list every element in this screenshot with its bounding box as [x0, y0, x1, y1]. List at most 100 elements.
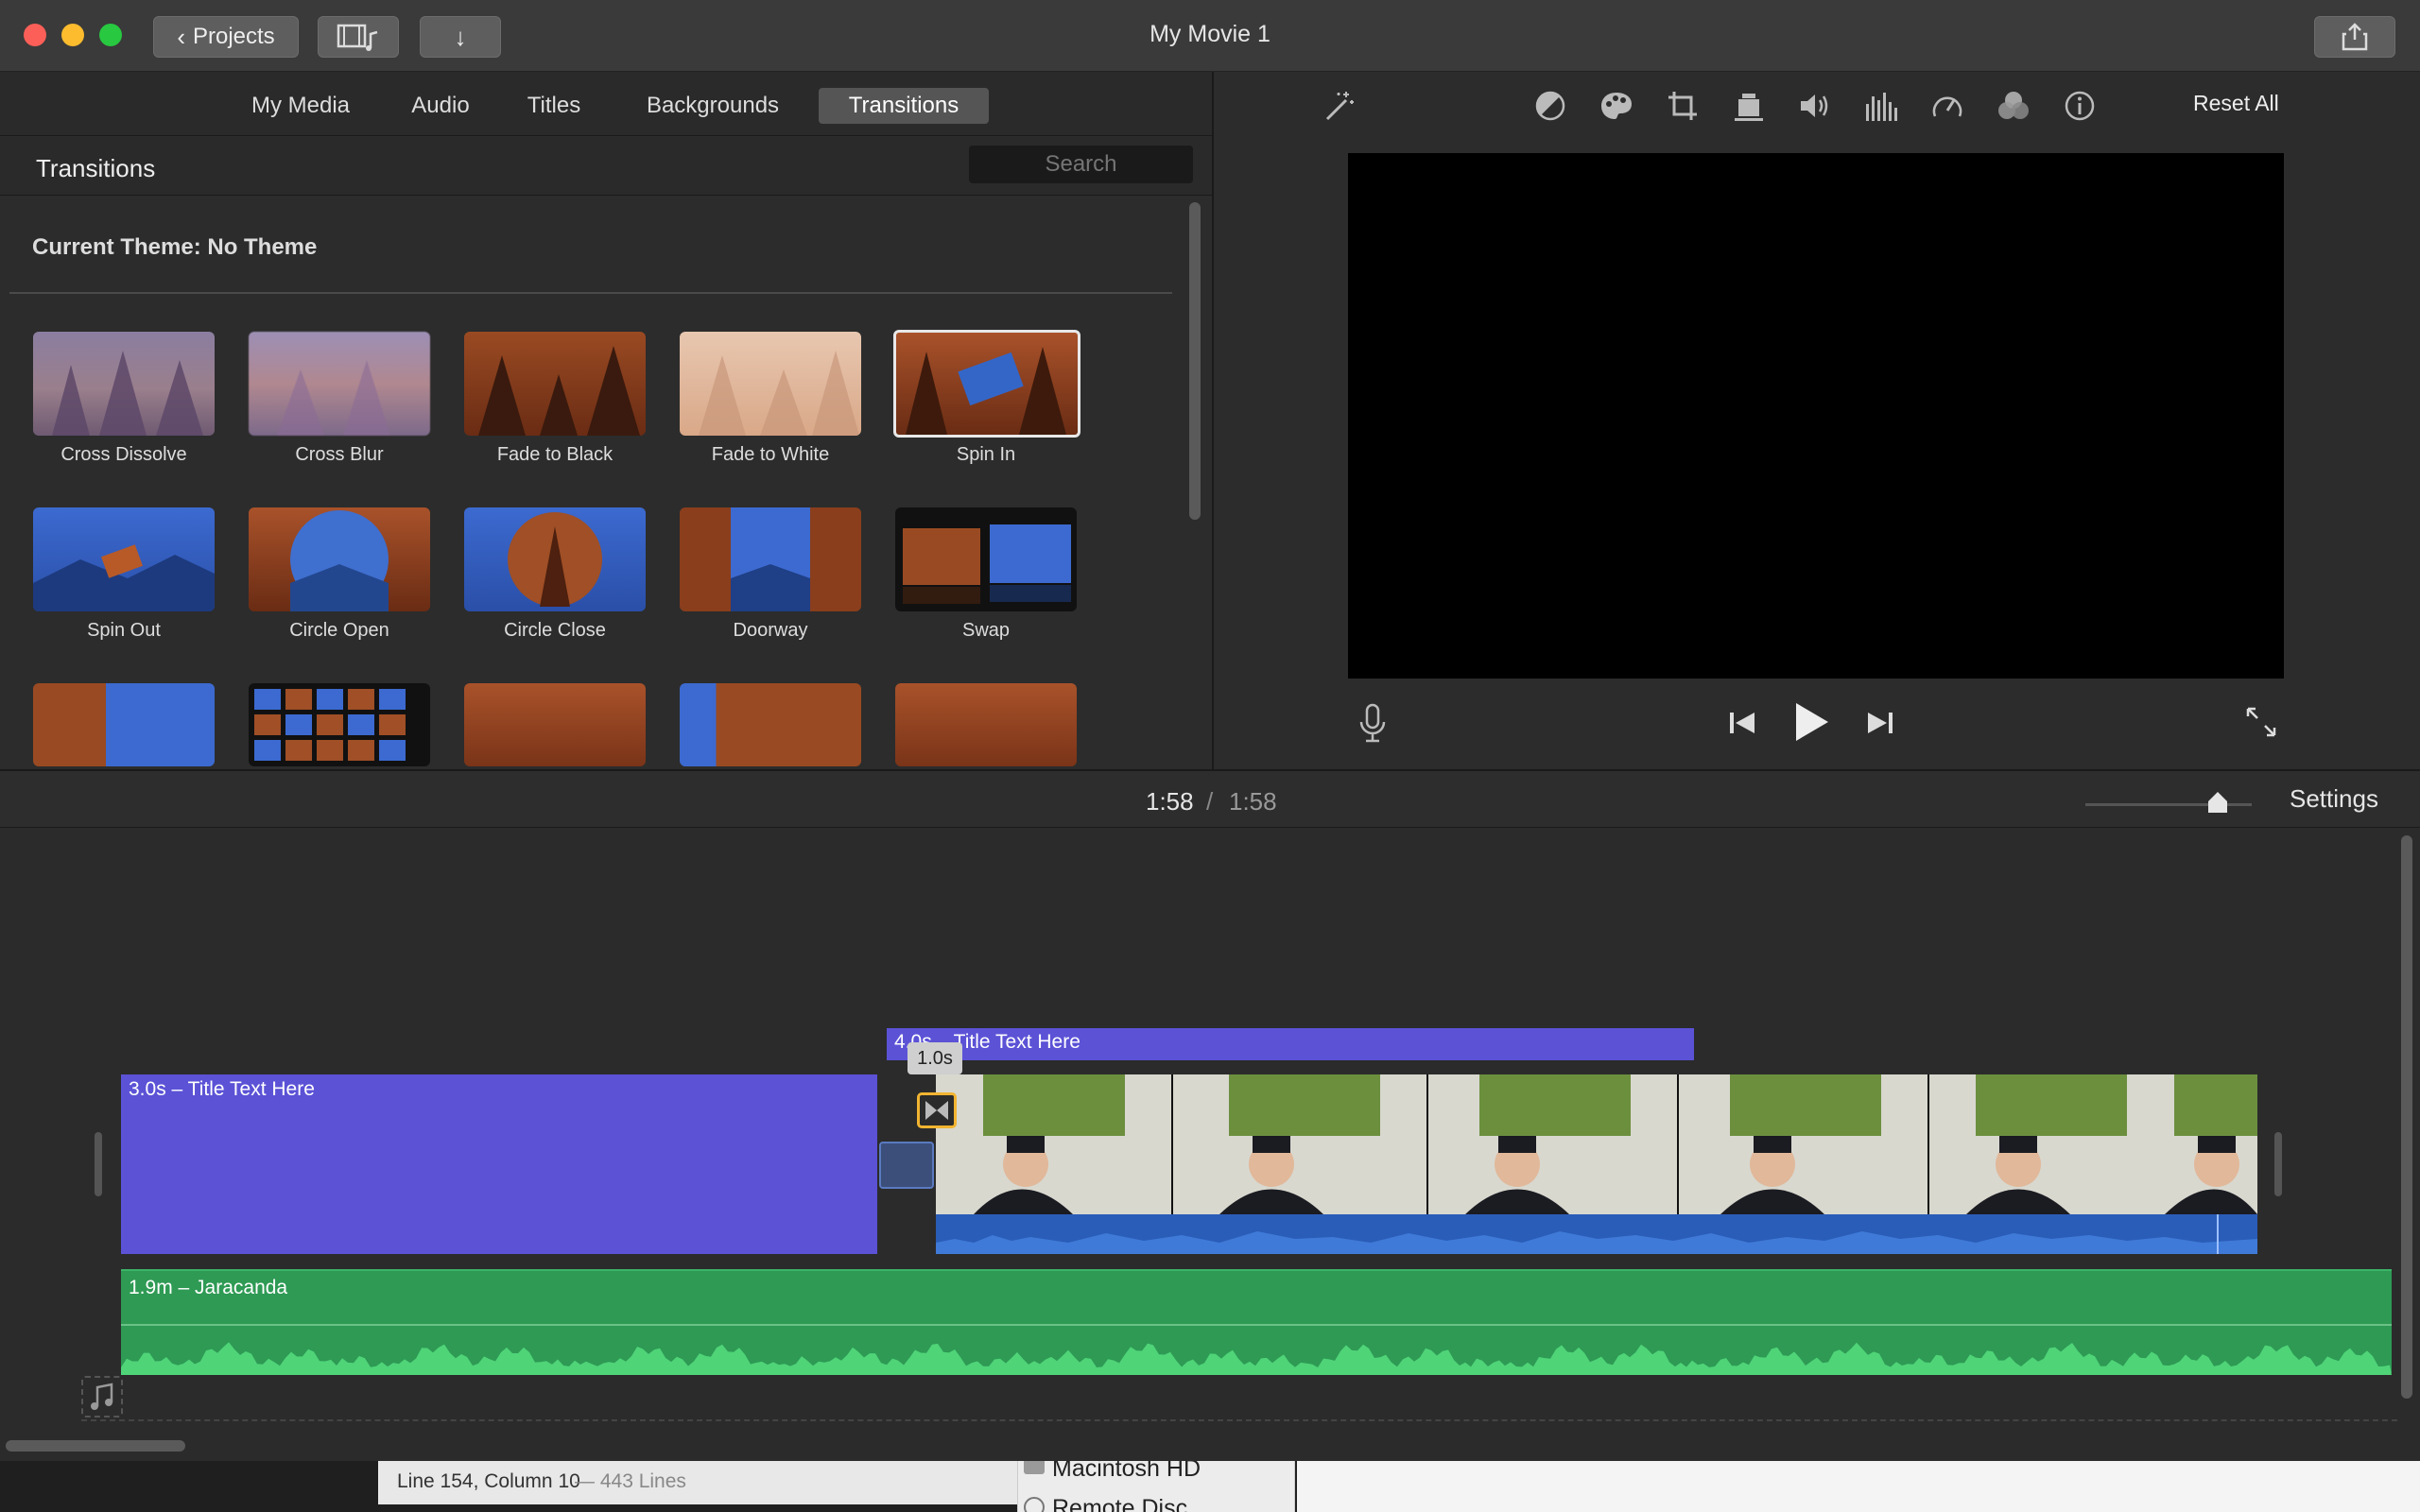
transition-marker[interactable] [917, 1092, 957, 1128]
tab-audio[interactable]: Audio [395, 88, 486, 124]
forest-thumbnail-icon [906, 347, 1066, 435]
video-clip[interactable] [936, 1074, 2257, 1214]
disc-icon [1024, 1497, 1045, 1512]
window-title: My Movie 1 [1150, 21, 1270, 47]
transition-doorway[interactable] [680, 507, 861, 611]
stabilization-icon[interactable] [1730, 87, 1768, 125]
forest-thumbnail-icon [52, 351, 203, 436]
transition-thumbnail[interactable] [895, 683, 1077, 766]
crop-icon[interactable] [1664, 87, 1702, 125]
sidebar-item-macintosh-hd[interactable]: Macintosh HD [1052, 1461, 1201, 1483]
reset-all-button[interactable]: Reset All [2193, 91, 2279, 116]
timeline-left-handle[interactable] [95, 1132, 102, 1196]
gap-clip[interactable] [879, 1142, 934, 1189]
title-clip[interactable]: 3.0s – Title Text Here [121, 1074, 877, 1254]
sidebar-item-remote-disc[interactable]: Remote Disc [1052, 1495, 1187, 1512]
background-music-clip[interactable]: 1.9m – Jaracanda [121, 1269, 2392, 1375]
transition-duration-badge: 1.0s [908, 1042, 962, 1074]
bowtie-icon [925, 1101, 948, 1120]
mountain-thumbnail-icon [33, 544, 215, 611]
transition-fade-to-black[interactable] [464, 332, 646, 436]
background-editor-statusbar: Line 154, Column 10 — 443 Lines [378, 1461, 1021, 1504]
magic-wand-icon[interactable] [1320, 87, 1357, 125]
info-icon[interactable] [2061, 87, 2099, 125]
waveform [936, 1214, 2257, 1254]
transition-label: Fade to White [711, 444, 830, 465]
transition-label: Fade to Black [496, 444, 614, 465]
video-clip-audio[interactable] [936, 1214, 2257, 1254]
transition-thumbnail[interactable] [464, 683, 646, 766]
transition-spin-out[interactable] [33, 507, 215, 611]
skip-forward-icon[interactable] [1864, 707, 1896, 739]
skip-back-icon[interactable] [1726, 707, 1758, 739]
share-button[interactable] [2314, 16, 2395, 58]
video-preview[interactable] [1348, 153, 2284, 679]
background-finder-content [1297, 1461, 2420, 1512]
background-finder-sidebar: Macintosh HD Remote Disc [1017, 1461, 1295, 1512]
door-thumbnail-icon [731, 564, 810, 611]
equalizer-icon[interactable] [1862, 87, 1900, 125]
settings-button[interactable]: Settings [2290, 784, 2378, 814]
volume-icon[interactable] [1796, 87, 1834, 125]
transition-thumbnail[interactable] [33, 683, 215, 766]
tab-my-media[interactable]: My Media [236, 88, 365, 124]
transition-fade-to-white[interactable] [680, 332, 861, 436]
color-correction-icon[interactable] [1598, 87, 1635, 125]
transition-circle-open[interactable] [249, 507, 430, 611]
transition-label: Cross Blur [295, 444, 384, 465]
search-input[interactable] [969, 146, 1193, 183]
filter-icon[interactable] [1995, 87, 2032, 125]
tab-titles[interactable]: Titles [510, 88, 597, 124]
current-time: 1:58 [1146, 787, 1194, 816]
transition-label: Spin Out [87, 620, 161, 641]
music-waveform [121, 1342, 2392, 1375]
browser-tab-bar [0, 72, 1212, 136]
speed-icon[interactable] [1928, 87, 1966, 125]
music-well-line [81, 1419, 2397, 1421]
title-clip-label: 3.0s – Title Text Here [129, 1078, 315, 1100]
transition-cross-blur[interactable] [249, 332, 430, 436]
swap-thumbnail-icon [903, 524, 1071, 604]
section-title: Transitions [36, 154, 156, 182]
transition-circle-close[interactable] [464, 507, 646, 611]
timeline-vertical-scrollbar[interactable] [2401, 835, 2412, 1399]
mosaic-thumbnail-icon [254, 689, 406, 761]
filmstrip-thumbnails [936, 1074, 2257, 1214]
transition-label: Spin In [956, 444, 1016, 465]
play-icon[interactable] [1792, 701, 1830, 743]
zoom-slider-thumb[interactable] [2206, 790, 2229, 815]
line-count: — 443 Lines [575, 1470, 686, 1492]
forest-thumbnail-icon [478, 346, 640, 436]
transition-label: Circle Close [504, 620, 606, 641]
music-note-icon [91, 1383, 113, 1410]
divider [9, 292, 1172, 294]
transition-label: Circle Open [289, 620, 389, 641]
connected-title-clip[interactable]: 4.0s – Title Text Here [887, 1028, 1694, 1060]
time-separator: / [1206, 787, 1214, 816]
circle-thumbnail-icon [508, 512, 602, 607]
current-theme-label: Current Theme: No Theme [32, 234, 318, 260]
transition-swap[interactable] [895, 507, 1077, 611]
tab-backgrounds[interactable]: Backgrounds [630, 88, 796, 124]
status-line: Line 154, Column 10 [397, 1470, 580, 1492]
music-well[interactable] [81, 1376, 123, 1418]
transition-label: Doorway [733, 620, 808, 641]
transition-label: Cross Dissolve [60, 444, 187, 465]
circle-thumbnail-icon [290, 510, 389, 611]
timeline-horizontal-scrollbar[interactable] [6, 1440, 185, 1452]
browser-scrollbar[interactable] [1189, 202, 1201, 520]
share-icon [2342, 23, 2368, 51]
color-balance-icon[interactable] [1531, 87, 1569, 125]
transition-label: Swap [961, 620, 1011, 641]
transition-thumbnail[interactable] [680, 683, 861, 766]
disk-icon [1024, 1461, 1045, 1474]
tab-transitions[interactable]: Transitions [819, 88, 989, 124]
fullscreen-icon[interactable] [2244, 705, 2278, 739]
music-clip-label: 1.9m – Jaracanda [129, 1277, 288, 1298]
transition-cross-dissolve[interactable] [33, 332, 215, 436]
timeline-right-handle[interactable] [2274, 1132, 2282, 1196]
transition-spin-in[interactable] [893, 330, 1080, 438]
forest-thumbnail-icon [277, 360, 390, 436]
microphone-icon[interactable] [1356, 703, 1390, 743]
transition-thumbnail[interactable] [249, 683, 430, 766]
